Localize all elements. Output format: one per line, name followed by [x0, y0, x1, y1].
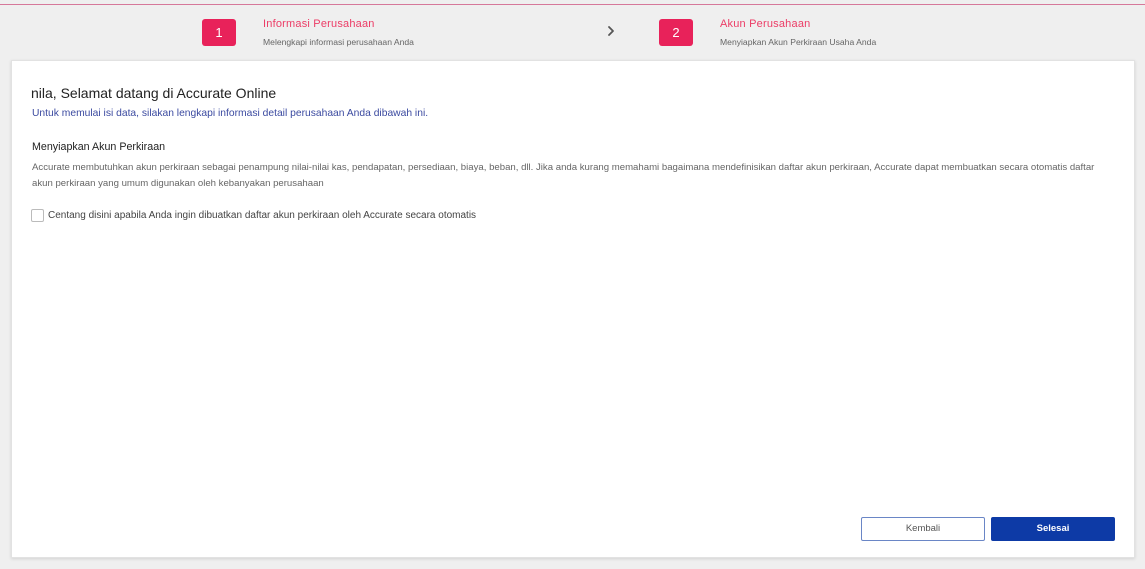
step-2-subtitle: Menyiapkan Akun Perkiraan Usaha Anda [720, 37, 877, 47]
step-1-text: Informasi Perusahaan Melengkapi informas… [263, 17, 414, 48]
step-1-subtitle: Melengkapi informasi perusahaan Anda [263, 37, 414, 47]
finish-button[interactable]: Selesai [991, 517, 1115, 541]
setup-card: nila, Selamat datang di Accurate Online … [11, 60, 1135, 558]
auto-create-accounts-checkbox[interactable] [31, 209, 44, 222]
step-2-title: Akun Perusahaan [720, 18, 811, 30]
auto-create-accounts-label[interactable]: Centang disini apabila Anda ingin dibuat… [48, 210, 476, 221]
chevron-right-icon [608, 26, 614, 36]
section-title: Menyiapkan Akun Perkiraan [32, 141, 166, 153]
auto-create-accounts-option[interactable]: Centang disini apabila Anda ingin dibuat… [31, 208, 476, 223]
section-description: Accurate membutuhkan akun perkiraan seba… [32, 162, 1095, 189]
step-1-title: Informasi Perusahaan [263, 18, 375, 30]
back-button[interactable]: Kembali [861, 517, 985, 541]
step-2-number-badge: 2 [659, 19, 693, 46]
step-2-text: Akun Perusahaan Menyiapkan Akun Perkiraa… [720, 17, 876, 48]
step-1-number-badge: 1 [202, 19, 236, 46]
wizard-stepper: 1 Informasi Perusahaan Melengkapi inform… [0, 0, 1145, 60]
page-subtitle: Untuk memulai isi data, silakan lengkapi… [32, 108, 429, 119]
page-title: nila, Selamat datang di Accurate Online [31, 85, 277, 101]
